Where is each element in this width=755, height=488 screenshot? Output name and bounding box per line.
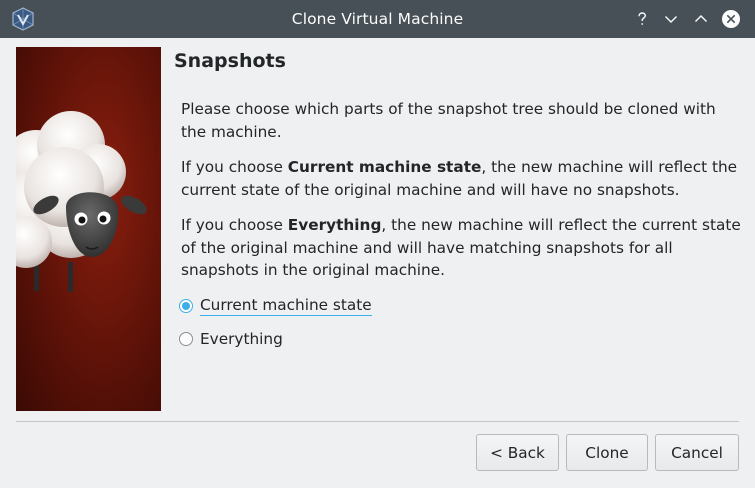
current-machine-state-radio[interactable] [179, 299, 193, 313]
option-everything[interactable]: Everything [179, 327, 283, 351]
page-title: Snapshots [174, 50, 286, 72]
maximize-icon[interactable] [689, 7, 713, 31]
sheep-illustration [16, 111, 147, 292]
everything-description: If you choose Everything, the new machin… [181, 216, 741, 279]
back-button[interactable]: < Back [476, 434, 559, 471]
everything-radio[interactable] [179, 332, 193, 346]
close-icon[interactable] [719, 7, 743, 31]
title-bar[interactable]: Clone Virtual Machine [0, 0, 755, 38]
intro-paragraph: Please choose which parts of the snapsho… [181, 100, 716, 141]
option-current-machine-state[interactable]: Current machine state [179, 294, 372, 318]
clone-button[interactable]: Clone [566, 434, 648, 471]
everything-label[interactable]: Everything [200, 330, 283, 348]
button-separator [16, 421, 739, 422]
current-state-description: If you choose Current machine state, the… [181, 158, 738, 199]
help-icon[interactable] [630, 7, 654, 31]
cancel-button[interactable]: Cancel [655, 434, 739, 471]
minimize-icon[interactable] [659, 7, 683, 31]
wizard-banner-image [16, 47, 161, 411]
current-machine-state-label[interactable]: Current machine state [200, 296, 372, 316]
